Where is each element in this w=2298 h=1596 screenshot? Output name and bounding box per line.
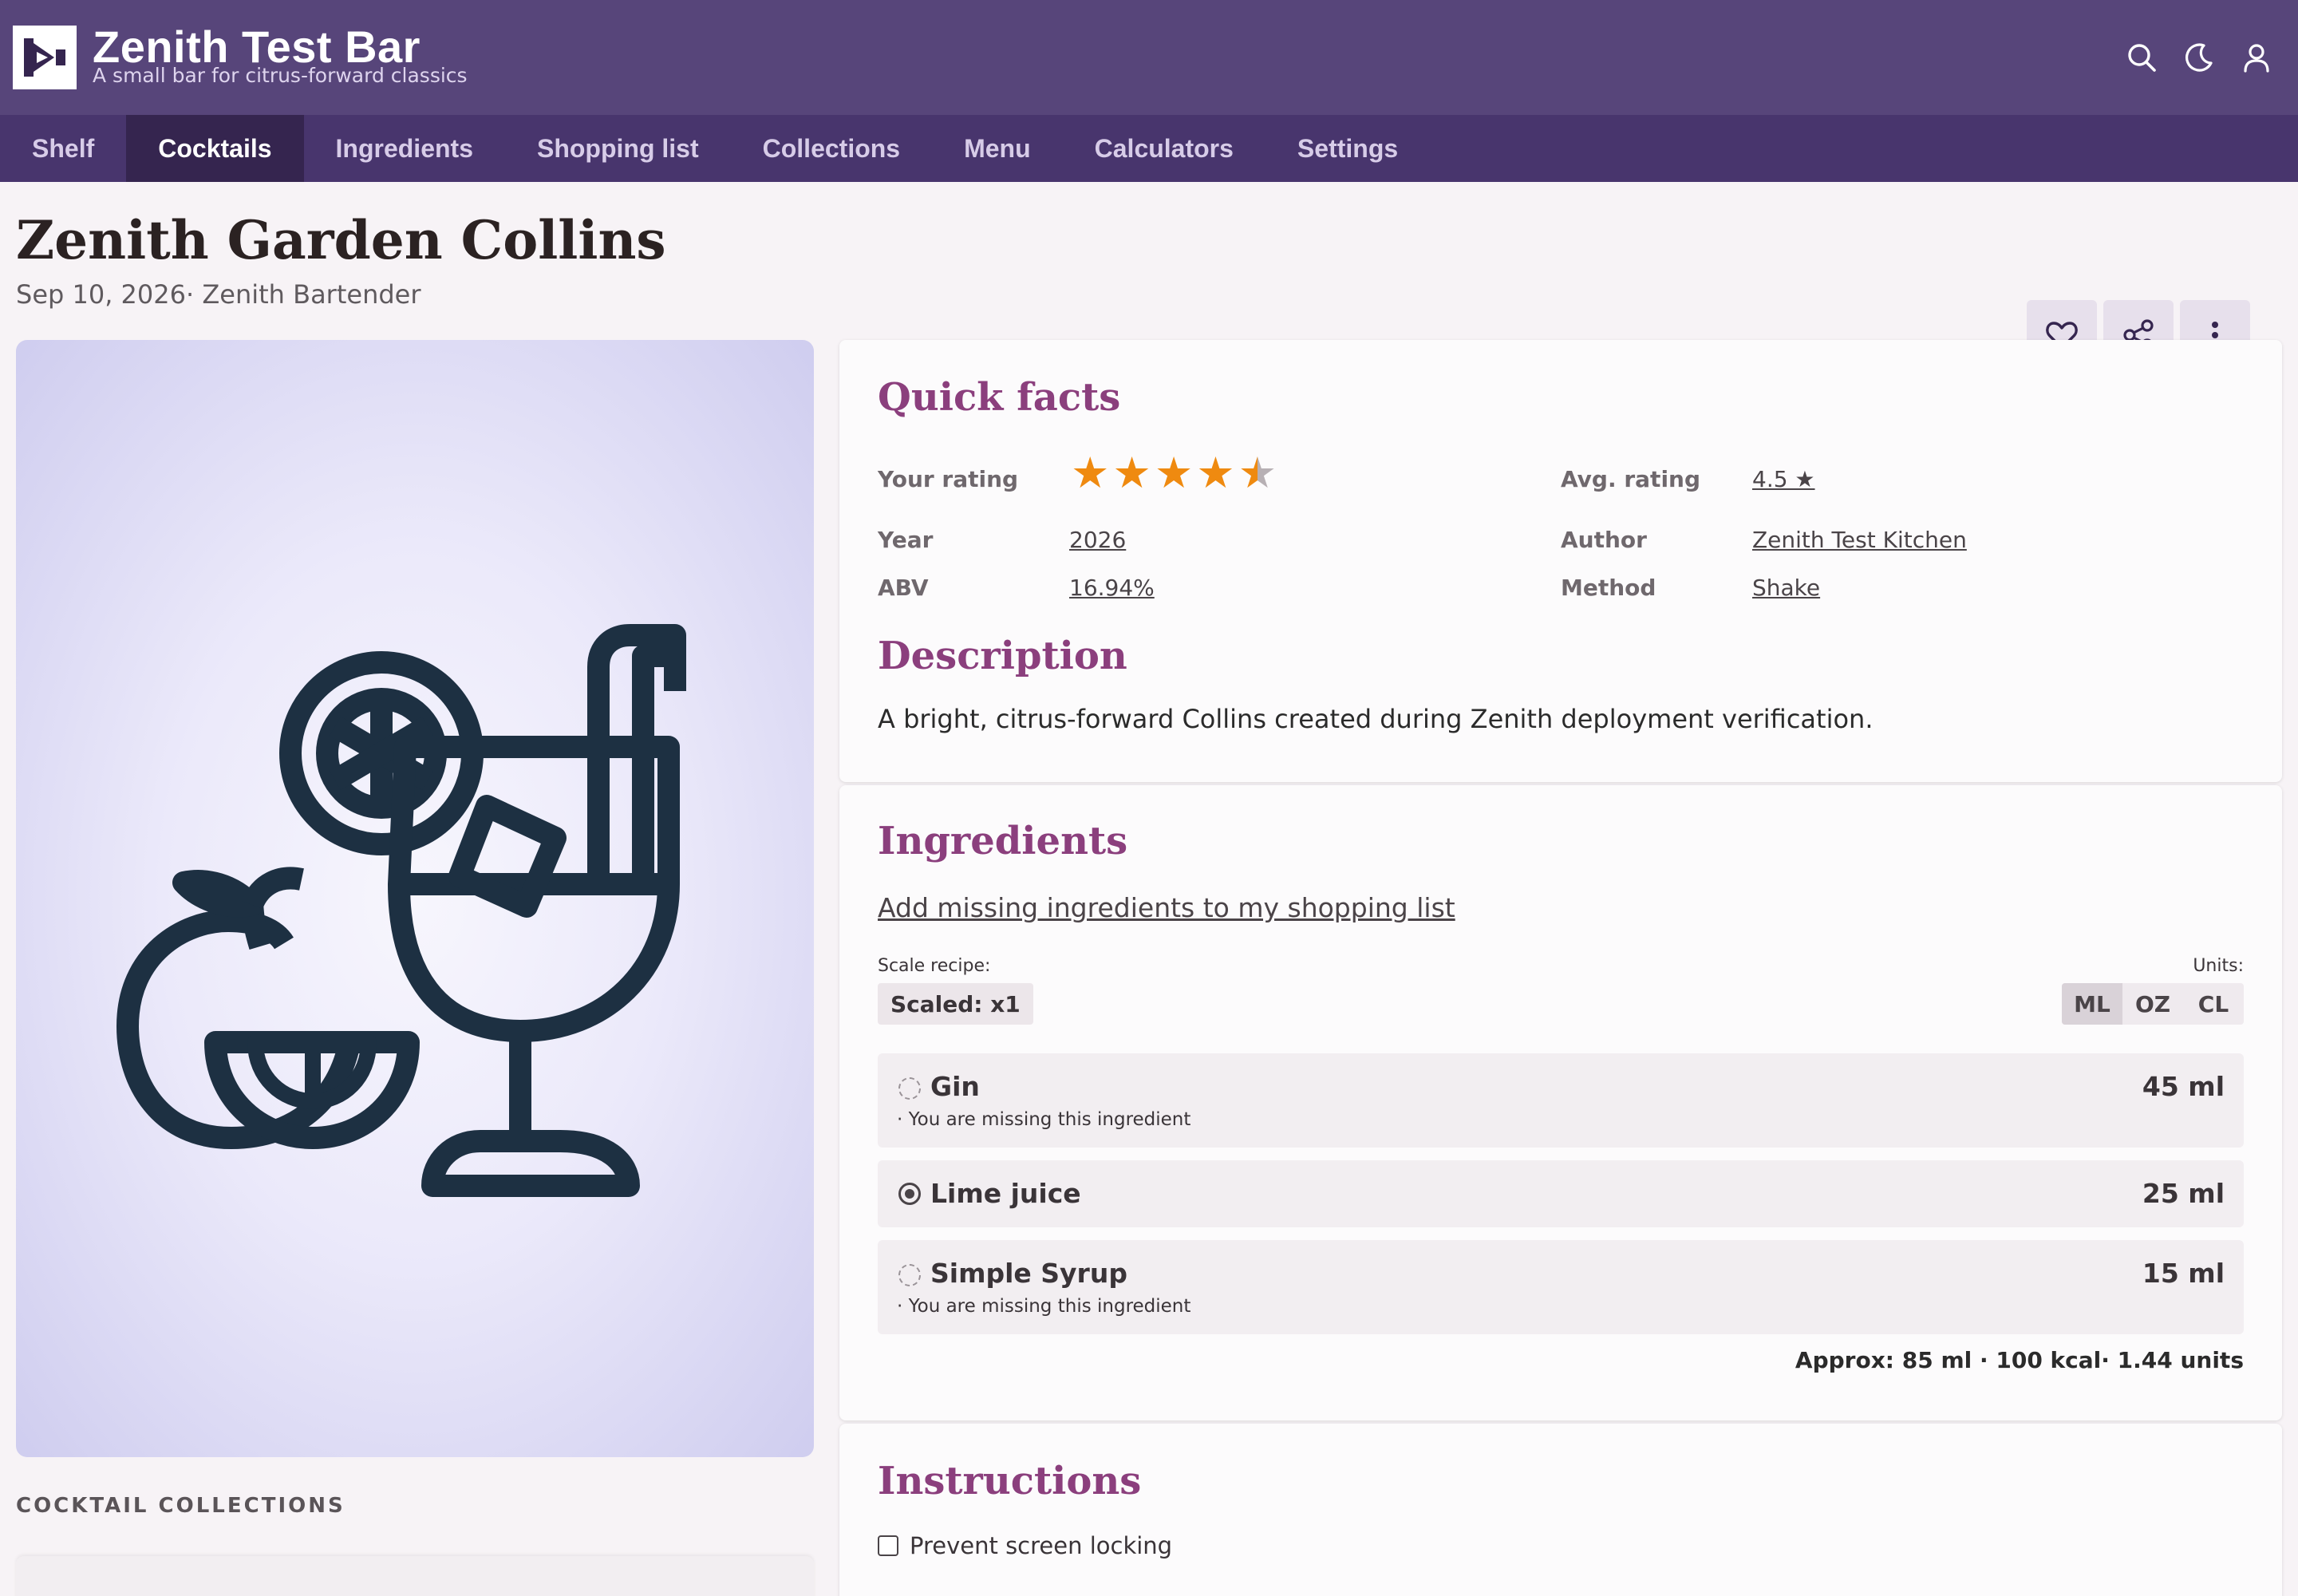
- instructions-card: Instructions Prevent screen locking: [839, 1424, 2282, 1596]
- scale-label: Scale recipe:: [878, 956, 991, 976]
- star-icon-5[interactable]: ★: [1238, 452, 1277, 495]
- year-label: Year: [878, 527, 934, 553]
- logo-icon: [13, 26, 77, 89]
- avg-rating-label: Avg. rating: [1561, 466, 1701, 492]
- method-value[interactable]: Shake: [1752, 575, 1820, 601]
- description-text: A bright, citrus-forward Collins created…: [878, 704, 1874, 734]
- nav-cocktails[interactable]: Cocktails: [126, 115, 304, 182]
- in-stock-status-icon: [898, 1183, 921, 1205]
- ingredient-name: Lime juice: [930, 1178, 1081, 1209]
- instructions-title: Instructions: [878, 1459, 1142, 1503]
- moon-icon[interactable]: [2180, 38, 2218, 77]
- ingredient-name: Gin: [930, 1071, 980, 1102]
- app-header: Zenith Test Bar A small bar for citrus-f…: [0, 0, 2298, 115]
- star-icon-2[interactable]: ★: [1112, 452, 1151, 495]
- app-logo[interactable]: [13, 26, 77, 89]
- quick-facts-card: Quick facts Your rating ★ ★ ★ ★ ★ Avg. r…: [839, 340, 2282, 782]
- description-title: Description: [878, 634, 1127, 678]
- ingredient-amount: 45 ml: [2142, 1071, 2225, 1102]
- star-icon-1[interactable]: ★: [1071, 452, 1109, 495]
- nav-calculators[interactable]: Calculators: [1063, 115, 1265, 182]
- ingredient-note: · You are missing this ingredient: [897, 1296, 1191, 1317]
- add-missing-link[interactable]: Add missing ingredients to my shopping l…: [878, 892, 1455, 923]
- abv-value[interactable]: 16.94%: [1069, 575, 1155, 601]
- avg-rating-value[interactable]: 4.5 ★: [1752, 466, 1815, 492]
- nav-shelf[interactable]: Shelf: [0, 115, 126, 182]
- collections-card[interactable]: [16, 1556, 814, 1596]
- nav-settings[interactable]: Settings: [1265, 115, 1430, 182]
- cocktail-glass-icon: [116, 624, 686, 1197]
- scale-button[interactable]: Scaled: x1: [878, 983, 1033, 1025]
- author-label: Author: [1561, 527, 1647, 553]
- cocktail-meta: Sep 10, 2026· Zenith Bartender: [16, 279, 421, 310]
- units-label: Units:: [2193, 956, 2244, 976]
- search-icon[interactable]: [2122, 38, 2161, 77]
- ingredient-note: · You are missing this ingredient: [897, 1109, 1191, 1130]
- your-rating-label: Your rating: [878, 466, 1019, 492]
- ingredient-name: Simple Syrup: [930, 1258, 1127, 1289]
- units-toggle: ML OZ CL: [2062, 983, 2244, 1025]
- ingredients-title: Ingredients: [878, 819, 1128, 863]
- quick-facts-title: Quick facts: [878, 375, 1121, 420]
- unit-ml-button[interactable]: ML: [2062, 983, 2122, 1025]
- prevent-lock-label[interactable]: Prevent screen locking: [910, 1532, 1172, 1559]
- collections-heading: COCKTAIL COLLECTIONS: [16, 1494, 345, 1518]
- year-value[interactable]: 2026: [1069, 527, 1126, 553]
- star-icon-4[interactable]: ★: [1196, 452, 1234, 495]
- method-label: Method: [1561, 575, 1656, 601]
- author-value[interactable]: Zenith Test Kitchen: [1752, 527, 1967, 553]
- prevent-lock-row: Prevent screen locking: [878, 1532, 1172, 1559]
- nav-shopping-list[interactable]: Shopping list: [505, 115, 731, 182]
- main-nav: Shelf Cocktails Ingredients Shopping lis…: [0, 115, 2298, 182]
- ingredient-row-gin[interactable]: Gin 45 ml · You are missing this ingredi…: [878, 1053, 2244, 1148]
- user-icon[interactable]: [2237, 38, 2276, 77]
- abv-label: ABV: [878, 575, 929, 601]
- nav-menu[interactable]: Menu: [932, 115, 1063, 182]
- ingredient-amount: 25 ml: [2142, 1178, 2225, 1209]
- approx-summary: Approx: 85 ml · 100 kcal· 1.44 units: [1795, 1347, 2244, 1373]
- star-icon-3[interactable]: ★: [1155, 452, 1193, 495]
- ingredient-amount: 15 ml: [2142, 1258, 2225, 1289]
- page-title: Zenith Garden Collins: [16, 209, 666, 271]
- missing-status-icon: [898, 1077, 921, 1100]
- unit-cl-button[interactable]: CL: [2183, 983, 2244, 1025]
- missing-status-icon: [898, 1264, 921, 1286]
- prevent-lock-checkbox[interactable]: [878, 1535, 898, 1556]
- ingredient-row-lime-juice[interactable]: Lime juice 25 ml: [878, 1160, 2244, 1227]
- nav-collections[interactable]: Collections: [731, 115, 932, 182]
- nav-ingredients[interactable]: Ingredients: [304, 115, 505, 182]
- unit-oz-button[interactable]: OZ: [2122, 983, 2183, 1025]
- ingredients-card: Ingredients Add missing ingredients to m…: [839, 785, 2282, 1420]
- app-subtitle: A small bar for citrus-forward classics: [93, 64, 468, 87]
- rating-stars[interactable]: ★ ★ ★ ★ ★: [1071, 452, 1277, 495]
- ingredient-row-simple-syrup[interactable]: Simple Syrup 15 ml · You are missing thi…: [878, 1240, 2244, 1334]
- cocktail-image: [16, 340, 814, 1457]
